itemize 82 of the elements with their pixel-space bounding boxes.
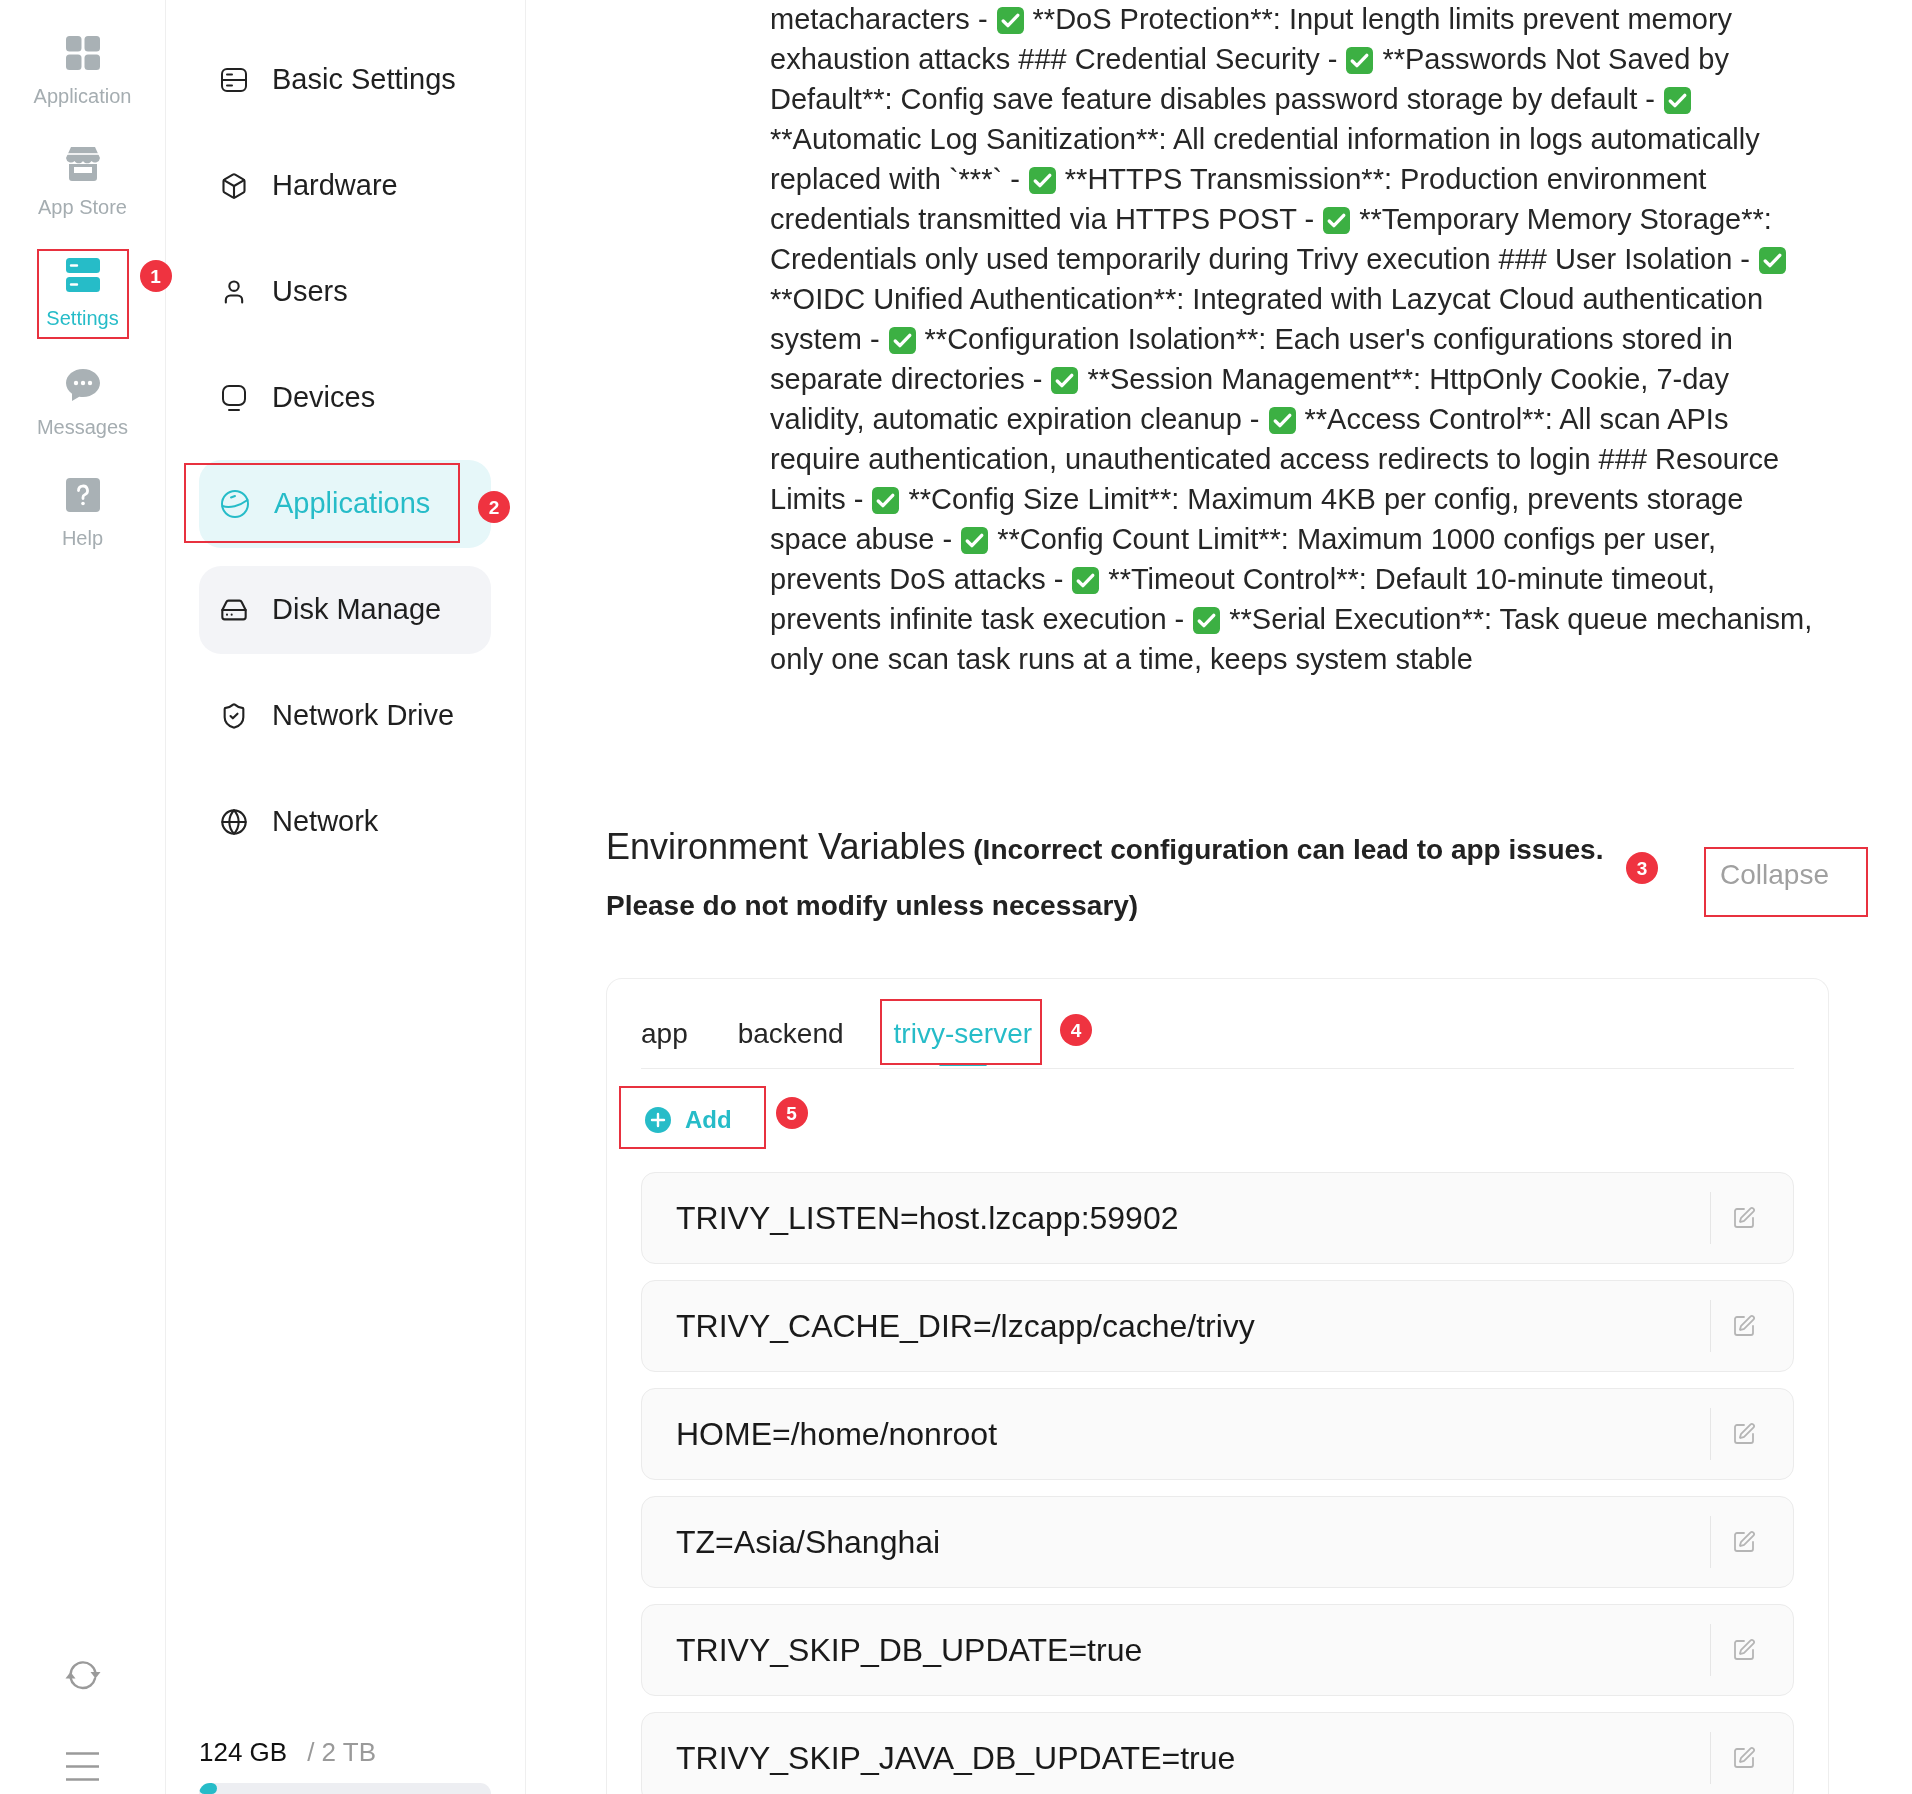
description-text: **Timeout Control**: Default 10-minute timeout, xyxy=(1108,562,1715,598)
edit-button[interactable] xyxy=(1732,1206,1756,1230)
cube-icon xyxy=(220,172,248,200)
globe-icon xyxy=(220,808,248,836)
check-mark-icon xyxy=(996,6,1024,34)
description-text: **Config Size Limit**: Maximum 4KB per config, prevents storage xyxy=(908,482,1744,518)
edit-icon xyxy=(1732,1422,1756,1446)
planet-icon xyxy=(220,489,250,519)
plus-circle-icon xyxy=(645,1107,671,1133)
check-mark-icon xyxy=(1323,206,1351,234)
check-mark-icon xyxy=(1346,46,1374,74)
card-icon xyxy=(220,66,248,94)
description-text: Default**: Config save feature disables password storage by default - xyxy=(770,82,1655,118)
description-text: prevents infinite task execution - xyxy=(770,602,1185,638)
check-mark-icon xyxy=(1759,246,1787,274)
step-badge: 5 xyxy=(775,1097,808,1129)
step-badge: 1 xyxy=(139,260,172,292)
description-text: **Serial Execution**: Task queue mechanism, xyxy=(1229,602,1813,638)
description-text: **Session Management**: HttpOnly Cookie, 7-day xyxy=(1087,362,1729,398)
description-text: **OIDC Unified Authentication**: Integrated with Lazycat Cloud authentication xyxy=(770,282,1764,318)
description-text: **Automatic Log Sanitization**: All credential information in logs automatically xyxy=(770,122,1760,158)
description-text: credentials transmitted via HTTPS POST - xyxy=(770,202,1315,238)
variable-text: TRIVY_SKIP_JAVA_DB_UPDATE=true xyxy=(676,1739,1237,1778)
storage-total: / 2 TB xyxy=(307,1736,377,1768)
check-mark-icon xyxy=(1193,606,1221,634)
check-mark-icon xyxy=(961,526,989,554)
check-mark-icon xyxy=(872,486,900,514)
store-icon xyxy=(65,147,100,181)
variable-text: TRIVY_SKIP_DB_UPDATE=true xyxy=(676,1631,1144,1670)
check-mark-icon xyxy=(888,326,916,354)
description-text: **Access Control**: All scan APIs xyxy=(1304,402,1729,438)
sidebar-item[interactable]: Disk Manage xyxy=(199,566,491,654)
section-heading: Environment Variables (Incorrect configuration can lead to app issues. Please do not modify unless necessary) xyxy=(606,825,1605,923)
description-text: metacharacters - xyxy=(770,2,988,38)
description-text: prevents DoS attacks - xyxy=(770,562,1064,598)
edit-icon xyxy=(1732,1638,1756,1662)
monitor-icon xyxy=(220,384,248,412)
help-icon xyxy=(65,478,100,512)
description-text: space abuse - xyxy=(770,522,953,558)
edit-button[interactable] xyxy=(1732,1422,1756,1446)
tab[interactable]: app xyxy=(641,1000,688,1068)
description-text: separate directories - xyxy=(770,362,1043,398)
step-badge: 3 xyxy=(1626,852,1659,884)
grid-icon xyxy=(65,36,100,70)
chat-bubble-icon xyxy=(65,369,100,401)
variable-text: HOME=/home/nonroot xyxy=(676,1415,999,1454)
edit-icon xyxy=(1732,1314,1756,1338)
description-text: exhaustion attacks ### Credential Security - xyxy=(770,42,1338,78)
edit-button[interactable] xyxy=(1732,1638,1756,1662)
description-text: require authentication, unauthenticated access redirects to login ### Resource xyxy=(770,442,1780,478)
edit-icon xyxy=(1732,1746,1756,1770)
step-badge: 4 xyxy=(1060,1014,1093,1046)
variable-text: TRIVY_CACHE_DIR=/lzcapp/cache/trivy xyxy=(676,1307,1256,1346)
edit-icon xyxy=(1732,1206,1756,1230)
menu-icon[interactable] xyxy=(66,1752,99,1781)
description-text: **Passwords Not Saved by xyxy=(1382,42,1729,78)
check-mark-icon xyxy=(1268,406,1296,434)
edit-button[interactable] xyxy=(1732,1314,1756,1338)
variable-text: TZ=Asia/Shanghai xyxy=(676,1523,942,1562)
check-mark-icon xyxy=(1028,166,1056,194)
description-text: **DoS Protection**: Input length limits prevent memory xyxy=(1032,2,1733,38)
step-badge: 2 xyxy=(478,491,510,523)
description-text: **Config Count Limit**: Maximum 1000 configs per user, xyxy=(997,522,1717,558)
edit-icon xyxy=(1732,1530,1756,1554)
tab[interactable]: backend xyxy=(737,1000,844,1068)
edit-button[interactable] xyxy=(1732,1746,1756,1770)
description-text: validity, automatic expiration cleanup - xyxy=(770,402,1260,438)
check-mark-icon xyxy=(1051,366,1079,394)
variable-text: TRIVY_LISTEN=host.lzcapp:59902 xyxy=(676,1199,1180,1238)
description-text: Limits - xyxy=(770,482,864,518)
check-mark-icon xyxy=(1664,86,1691,114)
description-text: **HTTPS Transmission**: Production environment xyxy=(1064,162,1707,198)
description-text: only one scan task runs at a time, keeps system stable xyxy=(770,642,1473,678)
description-text: **Configuration Isolation**: Each user's configurations stored in xyxy=(924,322,1733,358)
description-text: replaced with `***` - xyxy=(770,162,1020,198)
check-mark-icon xyxy=(1072,566,1100,594)
edit-button[interactable] xyxy=(1732,1530,1756,1554)
description-text: **Temporary Memory Storage**: xyxy=(1359,202,1772,238)
server-icon xyxy=(65,258,100,292)
description-text: Credentials only used temporarily during Trivy execution ### User Isolation - xyxy=(770,242,1751,278)
description-text: system - xyxy=(770,322,880,358)
storage-used: 124 GB xyxy=(199,1736,288,1768)
